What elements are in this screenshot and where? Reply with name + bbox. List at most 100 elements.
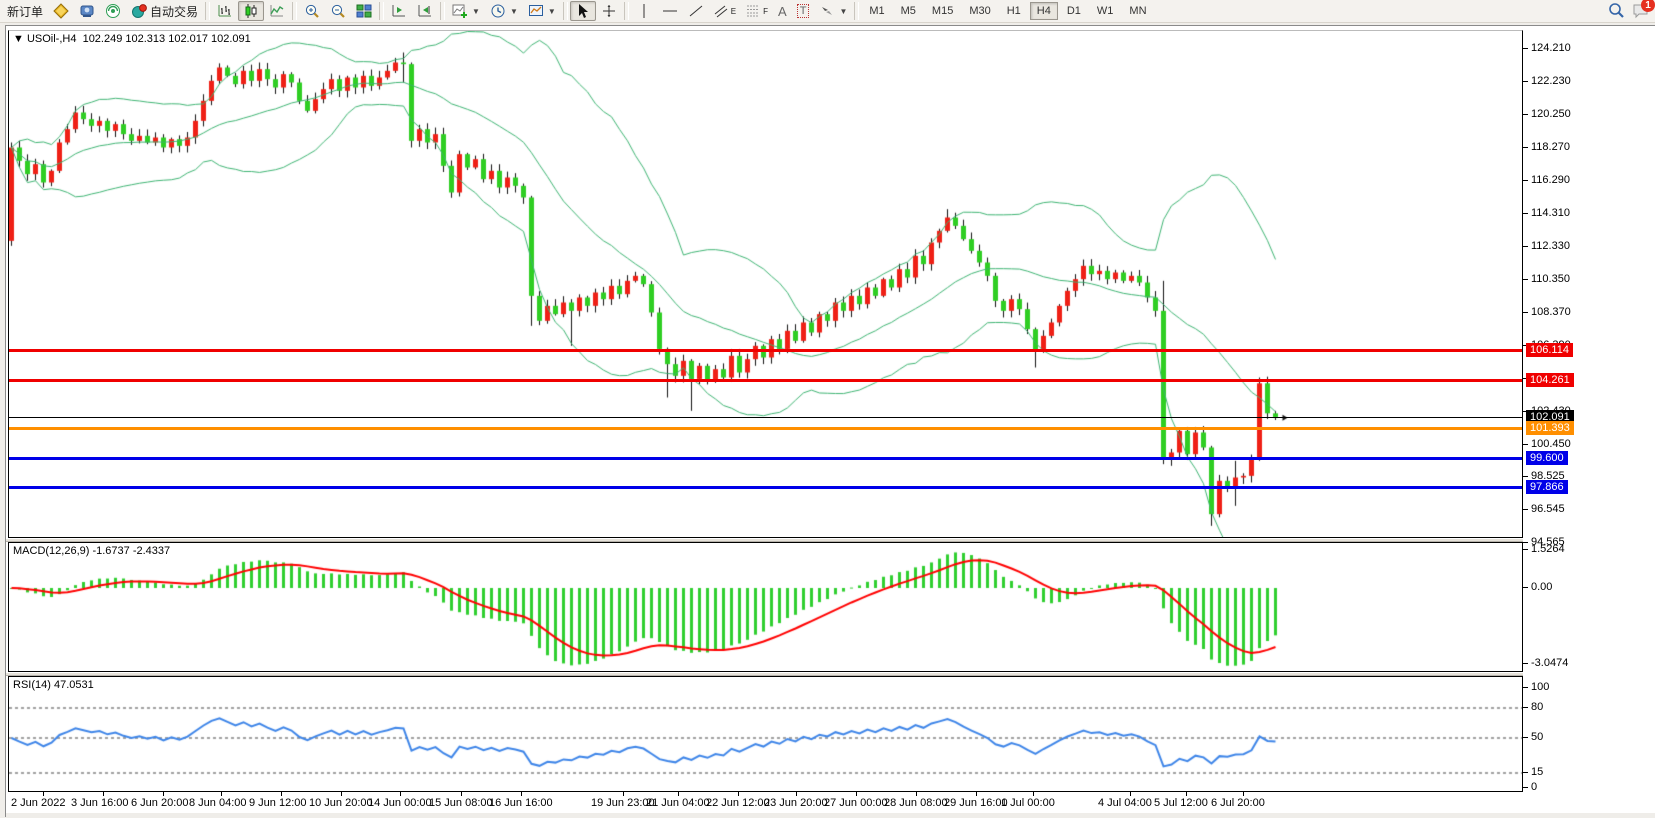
timeframe-m15[interactable]: M15 (925, 2, 960, 20)
bar-chart-button[interactable] (212, 1, 238, 21)
zoom-out-icon (330, 3, 346, 19)
timeframe-mn[interactable]: MN (1122, 2, 1153, 20)
time-axis-tick (400, 792, 401, 796)
chart-shift-button[interactable] (386, 1, 412, 21)
candlestick-chart-button[interactable] (238, 1, 264, 21)
price-level-line[interactable] (9, 427, 1522, 430)
horizontal-line-button[interactable] (657, 1, 683, 21)
time-axis-label: 3 Jun 16:00 (71, 797, 129, 809)
templates-button[interactable]: ▼ (523, 1, 561, 21)
price-level-badge: 106.114 (1526, 343, 1573, 357)
crosshair-button[interactable] (596, 1, 622, 21)
candlestick-chart-canvas[interactable] (9, 31, 1522, 537)
timeframe-m30[interactable]: M30 (962, 2, 997, 20)
line-chart-button[interactable] (264, 1, 290, 21)
fibonacci-icon (746, 3, 760, 19)
auto-scroll-icon (417, 3, 433, 19)
community-button[interactable] (74, 1, 100, 21)
macd-pane[interactable]: MACD(12,26,9) -1.6737 -2.4337 (8, 542, 1523, 672)
price-level-line[interactable] (9, 349, 1522, 352)
horizontal-line-icon (662, 3, 678, 19)
price-level-badge: 104.261 (1526, 373, 1574, 387)
timeframe-d1[interactable]: D1 (1060, 2, 1088, 20)
axis-tick (1523, 663, 1528, 664)
text-button[interactable]: A (773, 1, 792, 21)
price-level-badge: 99.600 (1526, 451, 1568, 465)
auto-scroll-button[interactable] (412, 1, 438, 21)
price-axis-label: 120.250 (1531, 108, 1571, 120)
timeframe-h1[interactable]: H1 (1000, 2, 1028, 20)
arrows-button[interactable]: ▼ (814, 1, 852, 21)
macd-axis-label: 1.5264 (1531, 543, 1565, 555)
chevron-down-icon: ▼ (839, 7, 847, 16)
indicators-button[interactable]: ▼ (447, 1, 485, 21)
time-axis-label: 22 Jun 12:00 (706, 797, 770, 809)
zoom-in-button[interactable] (299, 1, 325, 21)
time-axis-tick (678, 792, 679, 796)
chart-window: ▼ USOil-,H4 102.249 102.313 102.017 102.… (5, 25, 1655, 817)
price-level-line[interactable] (9, 486, 1522, 489)
cursor-button[interactable] (570, 1, 596, 21)
fibonacci-button[interactable]: F (741, 1, 773, 21)
price-level-line[interactable] (9, 457, 1522, 460)
notifications-button[interactable]: 1 (1631, 1, 1651, 21)
axis-tick (1523, 707, 1528, 708)
tile-windows-button[interactable] (351, 1, 377, 21)
new-order-label: 新订单 (7, 3, 43, 20)
time-axis-tick (43, 792, 44, 796)
tile-windows-icon (356, 3, 372, 19)
price-axis-label: 110.350 (1531, 273, 1570, 285)
price-axis[interactable]: 124.210122.230120.250118.270116.290114.3… (1523, 26, 1655, 818)
macd-label: MACD(12,26,9) -1.6737 -2.4337 (13, 545, 170, 557)
new-order-button[interactable]: 新订单 (2, 1, 48, 21)
chart-menu-arrow-icon[interactable]: ▼ (13, 33, 24, 45)
trendline-button[interactable] (683, 1, 709, 21)
rsi-pane[interactable]: RSI(14) 47.0531 (8, 676, 1523, 792)
bottom-strip (6, 813, 1655, 818)
timeframe-m1[interactable]: M1 (862, 2, 891, 20)
rsi-chart-canvas[interactable] (9, 677, 1522, 791)
price-pane[interactable]: ▼ USOil-,H4 102.249 102.313 102.017 102.… (8, 30, 1523, 538)
axis-tick (1523, 180, 1528, 181)
auto-trading-button[interactable]: 自动交易 (126, 1, 203, 21)
time-axis-label: 14 Jun 00:00 (368, 797, 432, 809)
rsi-axis-label: 50 (1531, 731, 1543, 743)
axis-tick (1523, 246, 1528, 247)
timeframe-m5[interactable]: M5 (894, 2, 923, 20)
price-level-line[interactable] (9, 379, 1522, 382)
metaquotes-gold-icon[interactable] (48, 1, 74, 21)
axis-tick (1523, 587, 1528, 588)
add-indicator-icon (452, 3, 468, 19)
equidistant-channel-button[interactable]: E (709, 1, 741, 21)
toolbar-separator (292, 2, 297, 20)
time-axis-label: 6 Jul 20:00 (1211, 797, 1265, 809)
macd-chart-canvas[interactable] (9, 543, 1522, 671)
line-chart-icon (269, 3, 285, 19)
text-label-button[interactable]: T (792, 1, 815, 21)
vertical-line-icon (636, 3, 652, 19)
crosshair-icon (601, 3, 617, 19)
price-axis-label: 116.290 (1531, 174, 1570, 186)
axis-tick (1523, 772, 1528, 773)
periods-button[interactable]: ▼ (485, 1, 523, 21)
timeframe-h4[interactable]: H4 (1030, 2, 1058, 20)
time-axis-tick (461, 792, 462, 796)
price-axis-label: 112.330 (1531, 240, 1570, 252)
price-level-line[interactable] (9, 417, 1522, 418)
search-button[interactable] (1607, 1, 1625, 22)
timeframe-group: M1M5M15M30H1H4D1W1MN (861, 0, 1154, 22)
time-axis[interactable]: 2 Jun 20223 Jun 16:006 Jun 20:008 Jun 04… (6, 792, 1655, 813)
axis-tick (1523, 737, 1528, 738)
rsi-axis-label: 15 (1531, 766, 1543, 778)
toolbar-separator (205, 2, 210, 20)
time-axis-label: 2 Jun 2022 (11, 797, 65, 809)
signal-button[interactable] (100, 1, 126, 21)
vertical-line-button[interactable] (631, 1, 657, 21)
time-axis-tick (976, 792, 977, 796)
zoom-out-button[interactable] (325, 1, 351, 21)
time-axis-tick (856, 792, 857, 796)
toolbar: 新订单 自动交易 (0, 0, 1655, 23)
timeframe-w1[interactable]: W1 (1090, 2, 1121, 20)
time-axis-tick (1130, 792, 1131, 796)
arrows-icon (819, 3, 835, 19)
